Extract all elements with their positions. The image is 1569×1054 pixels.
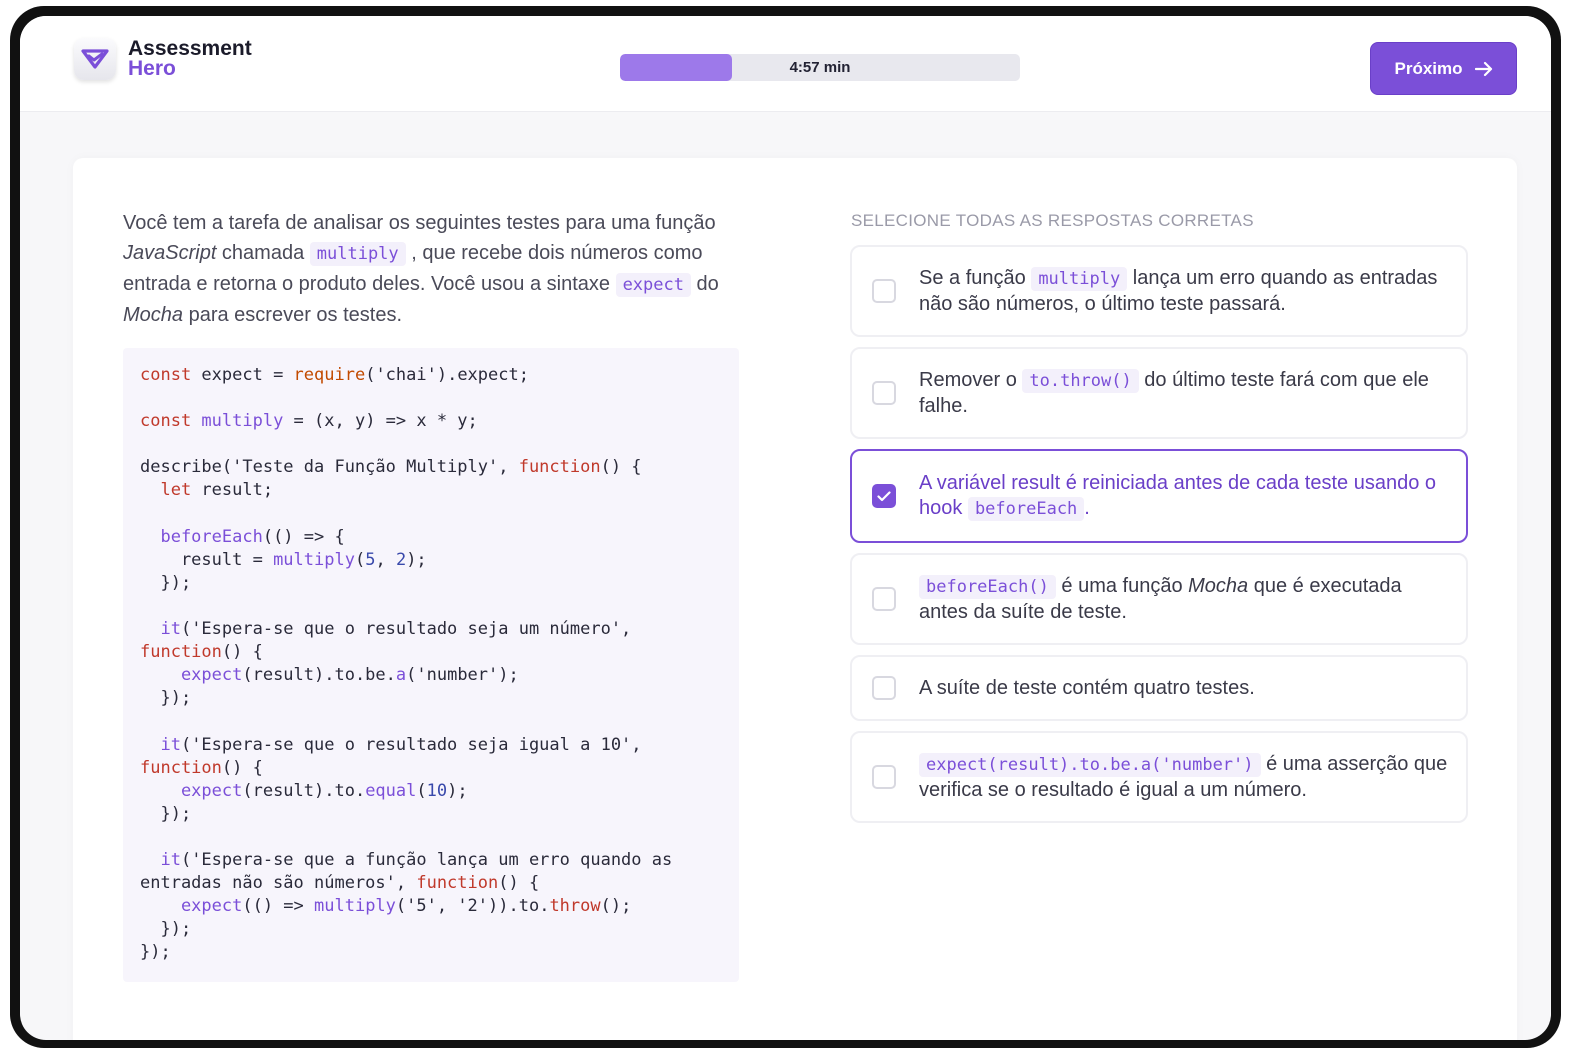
option-5-text: A suíte de teste contém quatro testes. <box>919 676 1255 699</box>
option-4[interactable]: beforeEach() é uma função Mocha que é ex… <box>850 553 1468 645</box>
device-frame: Assessment Hero 4:57 min Próximo Você te… <box>10 6 1561 1048</box>
next-button[interactable]: Próximo <box>1370 42 1517 95</box>
option-2-text: Remover o to.throw() do último teste far… <box>919 368 1429 417</box>
option-3[interactable]: A variável result é reiniciada antes de … <box>850 449 1468 543</box>
next-button-label: Próximo <box>1394 58 1463 78</box>
question-card: Você tem a tarefa de analisar os seguint… <box>73 158 1517 1040</box>
logo-badge-icon <box>74 38 116 80</box>
option-6-text: expect(result).to.be.a('number') é uma a… <box>919 752 1448 801</box>
option-4-text: beforeEach() é uma função Mocha que é ex… <box>919 574 1402 623</box>
heart-check-icon <box>81 49 109 69</box>
brand-logo: Assessment Hero <box>74 38 252 80</box>
timer-label: 4:57 min <box>789 59 851 76</box>
inline-code-expect: expect <box>615 273 691 297</box>
options-heading: SELECIONE TODAS AS RESPOSTAS CORRETAS <box>851 211 1254 230</box>
option-5-checkbox[interactable] <box>872 676 896 700</box>
timer-progress-bar: 4:57 min <box>620 54 1020 81</box>
option-1[interactable]: Se a função multiply lança um erro quand… <box>850 245 1468 337</box>
option-2-checkbox[interactable] <box>872 381 896 405</box>
question-text: Você tem a tarefa de analisar os seguint… <box>123 212 719 326</box>
arrow-right-icon <box>1474 61 1492 76</box>
option-5[interactable]: A suíte de teste contém quatro testes. <box>850 655 1468 721</box>
brand-name-line2: Hero <box>128 57 176 80</box>
option-1-checkbox[interactable] <box>872 279 896 303</box>
checkmark-icon <box>877 490 891 501</box>
option-6-checkbox[interactable] <box>872 765 896 789</box>
top-bar: Assessment Hero 4:57 min Próximo <box>20 16 1551 112</box>
option-6[interactable]: expect(result).to.be.a('number') é uma a… <box>850 731 1468 823</box>
app-screen: Assessment Hero 4:57 min Próximo Você te… <box>20 16 1551 1040</box>
option-3-checkbox[interactable] <box>872 484 896 508</box>
option-2[interactable]: Remover o to.throw() do último teste far… <box>850 347 1468 439</box>
code-block: const expect = require('chai').expect; c… <box>123 348 739 982</box>
option-1-text: Se a função multiply lança um erro quand… <box>919 266 1438 315</box>
option-4-checkbox[interactable] <box>872 587 896 611</box>
inline-code-multiply: multiply <box>309 242 406 266</box>
brand-name-line1: Assessment <box>128 37 252 60</box>
option-3-text: A variável result é reiniciada antes de … <box>919 471 1436 521</box>
